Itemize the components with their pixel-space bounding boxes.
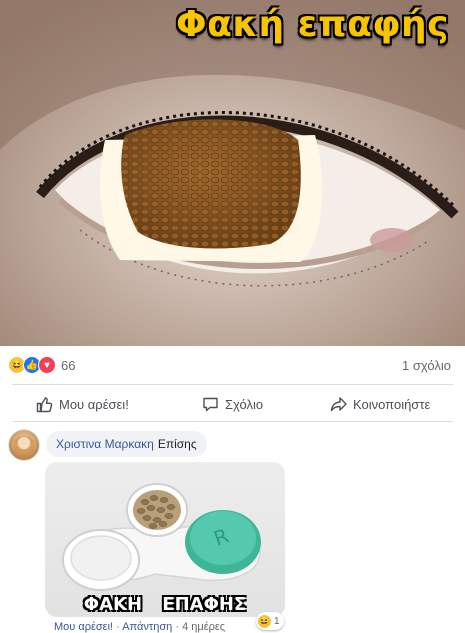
reactions-count[interactable]: 66 xyxy=(61,358,75,373)
share-button[interactable]: Κοινοποιήστε xyxy=(330,393,430,415)
avatar[interactable] xyxy=(8,429,40,461)
eye-illustration xyxy=(0,0,465,346)
comment-timestamp[interactable]: 4 ημέρες xyxy=(182,621,225,633)
meta-separator: · xyxy=(175,621,179,633)
comment-meta: Μου αρέσει! · Απάντηση · 4 ημέρες xyxy=(54,621,225,633)
share-button-label: Κοινοποιήστε xyxy=(353,396,431,412)
divider xyxy=(12,421,453,422)
divider xyxy=(12,384,453,385)
thumbs-up-icon xyxy=(36,396,53,413)
like-button[interactable]: Μου αρέσει! xyxy=(36,393,129,415)
comment-bubble-icon xyxy=(202,396,219,413)
meme-caption: Φακή επαφής xyxy=(176,4,449,45)
love-reaction-icon: ♥ xyxy=(38,356,56,374)
like-button-label: Μου αρέσει! xyxy=(59,396,129,412)
comment-image-caption: ΦΑΚΗ ΕΠΑΦΗΣ xyxy=(83,594,247,615)
meta-separator: · xyxy=(116,621,120,633)
comment-button[interactable]: Σχόλιο xyxy=(202,393,263,415)
share-arrow-icon xyxy=(330,396,347,413)
comment-button-label: Σχόλιο xyxy=(225,396,264,412)
comment-bubble: Χριστινα Μαρκακη Επίσης xyxy=(46,431,207,457)
comments-count-link[interactable]: 1 σχόλιο xyxy=(402,358,451,373)
comment-text: Επίσης xyxy=(157,437,197,451)
comment-image[interactable]: R ΦΑΚΗ ΕΠΑΦΗΣ xyxy=(45,462,285,617)
comment-reaction-summary[interactable]: 😆 1 xyxy=(256,612,284,630)
comment-like-link[interactable]: Μου αρέσει! xyxy=(54,621,113,633)
user-photo-icon xyxy=(14,435,34,460)
post-image[interactable]: Φακή επαφής xyxy=(0,0,465,346)
comment-author-link[interactable]: Χριστινα Μαρκακη xyxy=(56,437,154,451)
haha-reaction-icon: 😆 xyxy=(258,614,271,628)
reactions-summary[interactable]: 😆 👍 ♥ 66 xyxy=(8,354,75,376)
comment-reaction-count: 1 xyxy=(274,615,280,627)
comment-reply-link[interactable]: Απάντηση xyxy=(122,621,172,633)
